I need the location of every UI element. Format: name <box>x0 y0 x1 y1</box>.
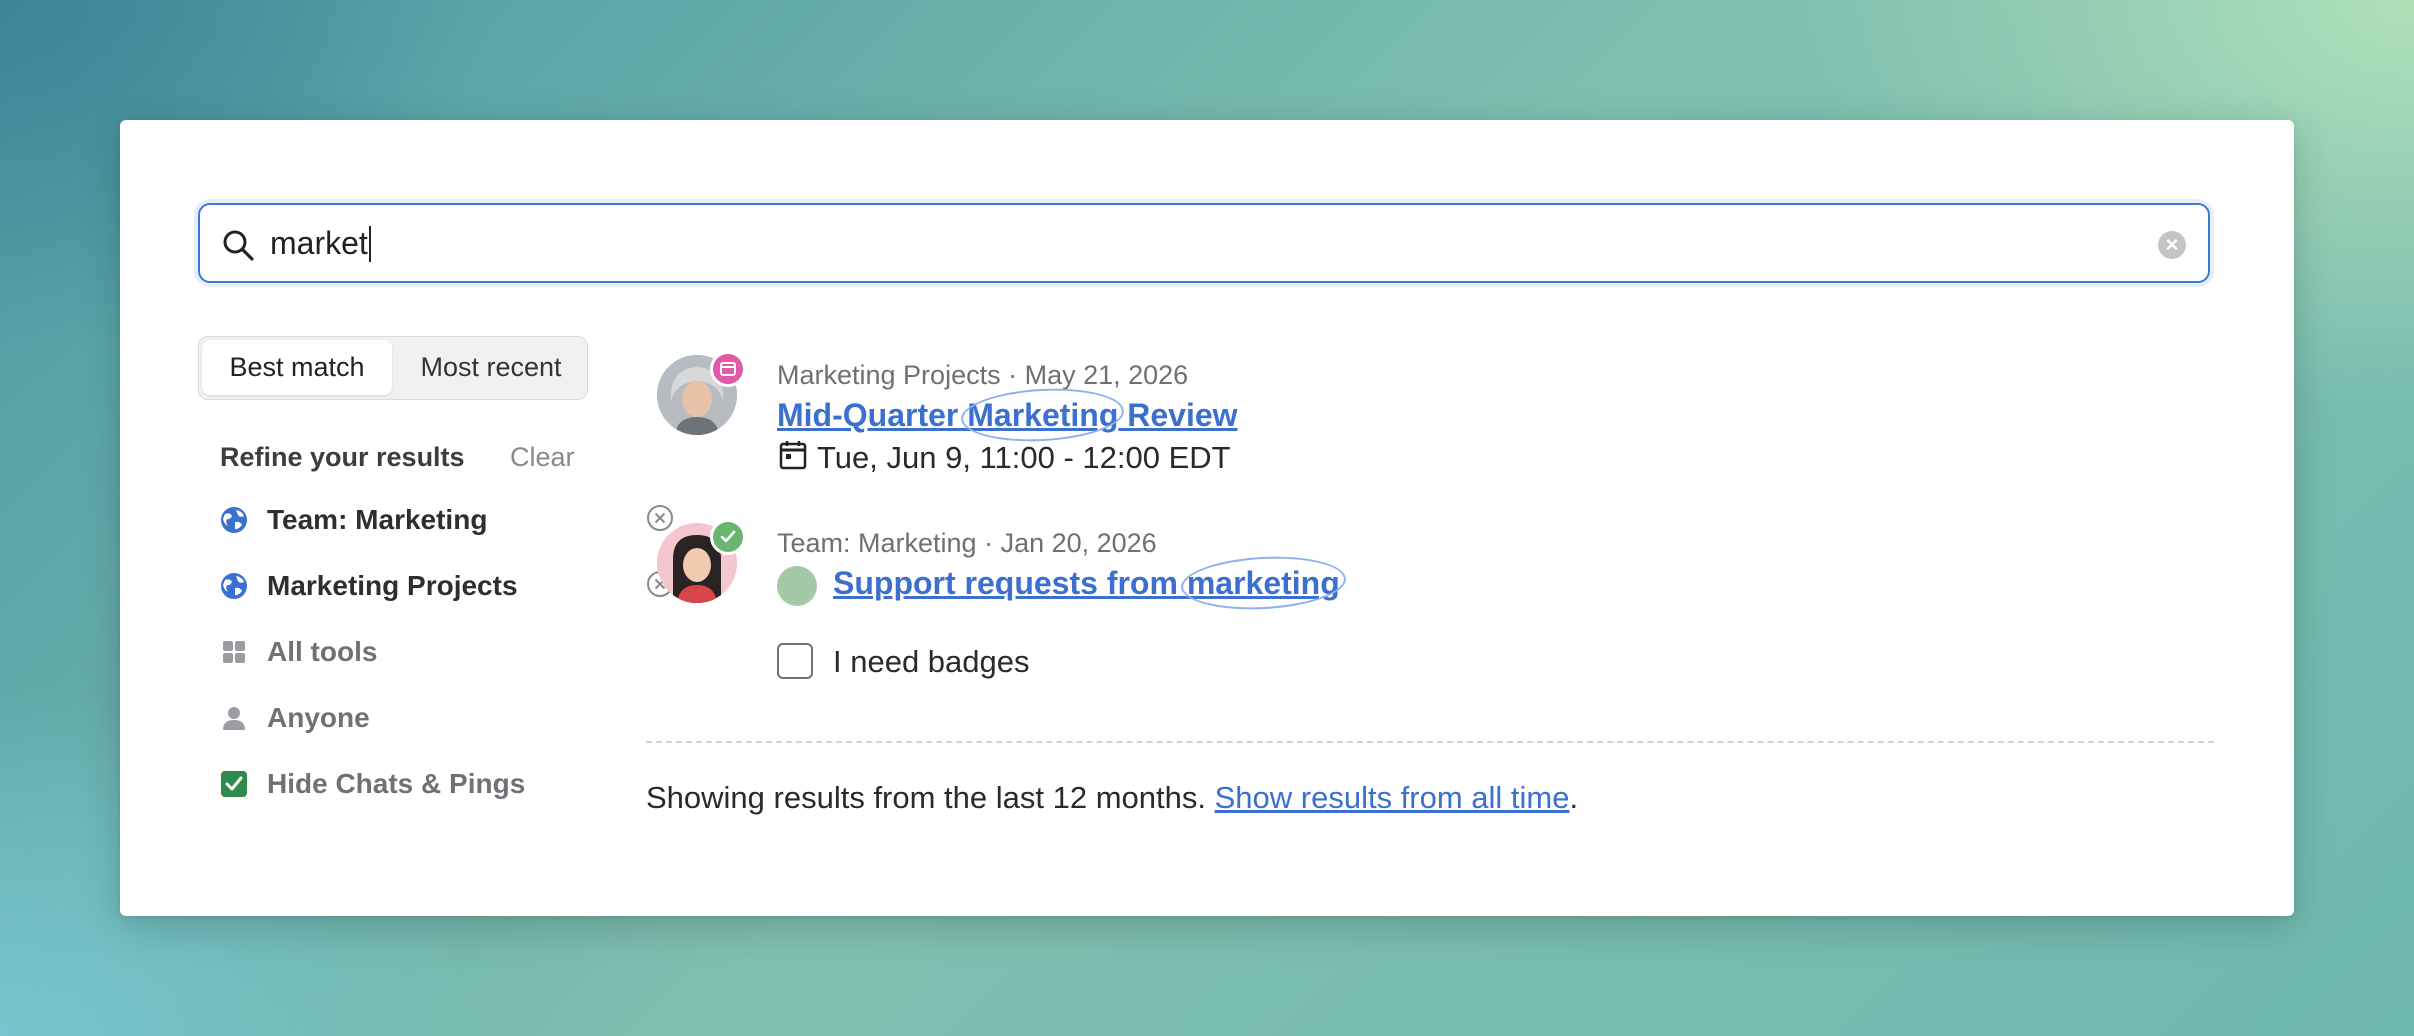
filter-marketing-projects[interactable]: Marketing Projects <box>220 566 673 606</box>
search-input[interactable]: market <box>270 223 371 263</box>
search-box[interactable]: market × <box>198 203 2210 283</box>
result-meta: Team: Marketing · Jan 20, 2026 <box>777 528 1157 558</box>
result-title-link[interactable]: Mid-Quarter Marketing Review <box>777 397 1238 434</box>
refine-heading: Refine your results <box>220 442 465 472</box>
result-meta: Marketing Projects · May 21, 2026 <box>777 360 1189 390</box>
sort-best-match-button[interactable]: Best match <box>202 340 392 395</box>
clear-search-icon[interactable]: × <box>2158 231 2186 259</box>
filter-team-marketing[interactable]: Team: Marketing <box>220 500 673 540</box>
filter-label: Hide Chats & Pings <box>267 768 526 799</box>
search-highlight: Marketing <box>967 397 1119 433</box>
event-time: Tue, Jun 9, 11:00 - 12:00 EDT <box>817 440 1231 475</box>
text-caret <box>368 225 371 262</box>
globe-icon <box>221 573 247 599</box>
result-title-link[interactable]: Support requests from marketing <box>833 565 1340 602</box>
person-icon <box>223 707 245 730</box>
filter-all-tools[interactable]: All tools <box>220 632 580 672</box>
divider <box>646 741 2214 743</box>
todo-label: I need badges <box>833 644 1030 679</box>
status-dot-icon <box>777 566 817 606</box>
calendar-icon <box>779 441 807 470</box>
search-panel: market × Best match Most recent Refine y… <box>120 120 2294 916</box>
filter-label: Team: Marketing <box>267 504 488 535</box>
search-icon <box>223 230 254 261</box>
search-highlight: marketing <box>1186 565 1340 601</box>
show-all-time-link[interactable]: Show results from all time <box>1215 780 1570 815</box>
globe-icon <box>221 507 247 533</box>
filter-label: Anyone <box>267 702 370 733</box>
checkbox-checked-icon[interactable] <box>220 770 248 798</box>
todo-checkbox[interactable] <box>777 643 813 679</box>
remove-filter-icon[interactable] <box>646 504 674 532</box>
refine-clear-button[interactable]: Clear <box>510 442 575 473</box>
filter-label: Marketing Projects <box>267 570 518 601</box>
filter-anyone[interactable]: Anyone <box>220 698 580 738</box>
sort-toggle: Best match Most recent <box>198 336 588 400</box>
check-badge-icon <box>710 519 746 555</box>
sort-most-recent-button[interactable]: Most recent <box>395 337 587 398</box>
grid-icon <box>223 641 245 663</box>
calendar-badge-icon <box>710 351 746 387</box>
filter-label: All tools <box>267 636 378 667</box>
filter-hide-chats[interactable]: Hide Chats & Pings <box>220 764 580 804</box>
results-range-note: Showing results from the last 12 months.… <box>646 780 1579 815</box>
